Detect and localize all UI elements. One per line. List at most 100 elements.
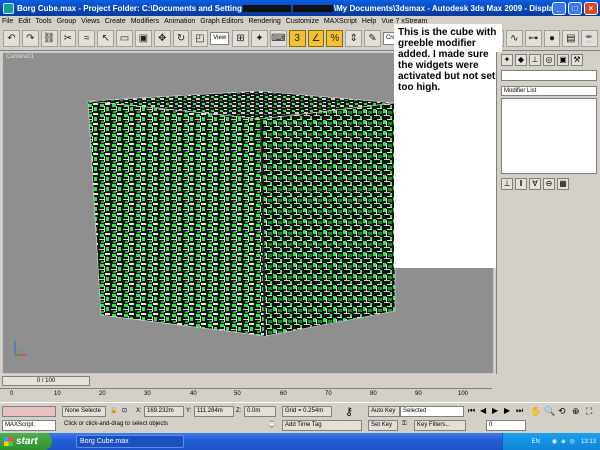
- menu-maxscript[interactable]: MAXScript: [324, 18, 357, 25]
- render-setup-icon[interactable]: ▤: [562, 30, 580, 47]
- menu-views[interactable]: Views: [81, 18, 100, 25]
- pan-icon[interactable]: ✋: [530, 406, 541, 417]
- app-icon[interactable]: [3, 2, 14, 14]
- lock-selection-icon[interactable]: 🔒: [110, 407, 117, 414]
- maxscript-listener-field[interactable]: [2, 406, 56, 417]
- bind-icon[interactable]: ≈: [78, 30, 96, 47]
- status-bar-bottom: MAXScript. Click or click-and-drag to se…: [0, 420, 600, 433]
- prev-frame-icon[interactable]: ◀: [480, 406, 486, 415]
- menu-rendering[interactable]: Rendering: [248, 18, 280, 25]
- unlink-icon[interactable]: ✂: [59, 30, 77, 47]
- tick-label: 40: [190, 391, 197, 397]
- move-icon[interactable]: ✥: [153, 30, 171, 47]
- tick-label: 70: [325, 391, 332, 397]
- next-frame-icon[interactable]: ▶: [504, 406, 510, 415]
- motion-tab-icon[interactable]: ◎: [543, 54, 555, 66]
- pivot-icon[interactable]: ⊞: [232, 30, 250, 47]
- play-icon[interactable]: ▶: [492, 406, 498, 415]
- close-button[interactable]: ×: [584, 1, 598, 15]
- selection-count: None Selecte: [62, 406, 106, 417]
- key-selection-dropdown[interactable]: Selected: [400, 406, 464, 417]
- scale-icon[interactable]: ◰: [191, 30, 209, 47]
- key-filters-icon[interactable]: ⚿: [402, 421, 407, 428]
- menu-group[interactable]: Group: [57, 18, 76, 25]
- modifier-list-dropdown[interactable]: Modifier List: [501, 86, 597, 96]
- menu-modifiers[interactable]: Modifiers: [131, 18, 159, 25]
- create-tab-icon[interactable]: ✦: [501, 54, 513, 66]
- make-unique-icon[interactable]: ∀: [529, 178, 541, 190]
- reference-coordinate-dropdown[interactable]: View: [210, 32, 230, 45]
- maxscript-mini-listener[interactable]: MAXScript.: [2, 420, 56, 431]
- z-coordinate-field[interactable]: 0.0m: [244, 406, 276, 417]
- add-time-tag-button[interactable]: Add Time Tag: [282, 420, 362, 431]
- key-mode-icon[interactable]: ⚷: [345, 405, 353, 418]
- utilities-tab-icon[interactable]: ⚒: [571, 54, 583, 66]
- auto-key-button[interactable]: Auto Key: [368, 406, 400, 417]
- maximize-viewport-icon[interactable]: ⛶: [586, 406, 592, 417]
- schematic-icon[interactable]: ⊶: [524, 30, 542, 47]
- transform-mode-icon[interactable]: ⊡: [122, 407, 127, 414]
- manipulate-icon[interactable]: ✦: [251, 30, 268, 47]
- keyboard-shortcut-icon[interactable]: ⌨: [269, 30, 287, 47]
- tray-icon[interactable]: ◎: [570, 438, 575, 445]
- redo-icon[interactable]: ↷: [21, 30, 39, 47]
- pin-stack-icon[interactable]: ⊥: [501, 178, 513, 190]
- set-key-button[interactable]: Set Key: [368, 420, 398, 431]
- windows-taskbar: start Borg Cube.max EN ◉ ◈ ◎ 13:13: [0, 433, 600, 450]
- redacted-block: [242, 4, 291, 12]
- grid-spacing: Grid = 0.254m: [282, 406, 332, 417]
- menu-edit[interactable]: Edit: [18, 18, 30, 25]
- menu-file[interactable]: File: [2, 18, 13, 25]
- zoom-extents-icon[interactable]: ⊕: [572, 406, 580, 417]
- undo-icon[interactable]: ↶: [3, 30, 20, 47]
- edit-named-selection-icon[interactable]: ✎: [364, 30, 381, 47]
- menu-animation[interactable]: Animation: [164, 18, 195, 25]
- remove-modifier-icon[interactable]: ⊖: [543, 178, 555, 190]
- time-slider-row: 0 / 100: [0, 374, 492, 388]
- curve-editor-icon[interactable]: ∿: [505, 30, 523, 47]
- current-frame-field[interactable]: 0: [486, 420, 526, 431]
- track-bar[interactable]: 0 10 20 30 40 50 60 70 80 90 100: [0, 388, 492, 402]
- window-crossing-icon[interactable]: ▣: [134, 30, 152, 47]
- y-coordinate-field[interactable]: 111.284m: [194, 406, 234, 417]
- display-tab-icon[interactable]: ▣: [557, 54, 569, 66]
- time-tag-icon[interactable]: ⌚: [268, 421, 275, 428]
- goto-end-icon[interactable]: ⏭: [516, 406, 523, 416]
- menu-tools[interactable]: Tools: [35, 18, 51, 25]
- menu-bar: File Edit Tools Group Views Create Modif…: [0, 16, 600, 27]
- tray-icon[interactable]: ◈: [561, 438, 566, 445]
- tick-label: 30: [144, 391, 151, 397]
- angle-snap-icon[interactable]: ∠: [307, 30, 325, 47]
- select-region-icon[interactable]: ▭: [116, 30, 133, 47]
- menu-customize[interactable]: Customize: [286, 18, 319, 25]
- snap-icon[interactable]: 3: [288, 30, 306, 47]
- hierarchy-tab-icon[interactable]: ⊥: [529, 54, 541, 66]
- minimize-button[interactable]: _: [552, 1, 566, 15]
- tray-icon[interactable]: ◉: [552, 438, 557, 445]
- object-name-field[interactable]: [501, 70, 597, 81]
- select-icon[interactable]: ↖: [97, 30, 115, 47]
- material-editor-icon[interactable]: ●: [543, 30, 561, 47]
- taskbar-item[interactable]: Borg Cube.max: [76, 435, 184, 448]
- render-icon[interactable]: ☕: [581, 30, 599, 47]
- menu-help[interactable]: Help: [362, 18, 376, 25]
- key-filters-button[interactable]: Key Filters...: [414, 420, 466, 431]
- time-slider[interactable]: 0 / 100: [2, 376, 90, 386]
- start-button[interactable]: start: [0, 433, 52, 450]
- configure-modifier-sets-icon[interactable]: ▦: [557, 178, 569, 190]
- language-indicator[interactable]: EN: [532, 439, 540, 445]
- menu-create[interactable]: Create: [105, 18, 126, 25]
- goto-start-icon[interactable]: ⏮: [468, 406, 475, 416]
- menu-graph-editors[interactable]: Graph Editors: [200, 18, 243, 25]
- link-icon[interactable]: ⛓: [40, 30, 58, 47]
- orbit-icon[interactable]: ⟲: [558, 406, 566, 417]
- rotate-icon[interactable]: ↻: [172, 30, 190, 47]
- spinner-snap-icon[interactable]: ⇕: [345, 30, 363, 47]
- x-coordinate-field[interactable]: 169.232m: [144, 406, 184, 417]
- maximize-button[interactable]: □: [568, 1, 582, 15]
- show-end-result-icon[interactable]: ‖: [515, 178, 527, 190]
- zoom-icon[interactable]: 🔍: [544, 406, 555, 417]
- modifier-stack[interactable]: [501, 98, 597, 174]
- modify-tab-icon[interactable]: ◆: [515, 54, 527, 66]
- percent-snap-icon[interactable]: %: [326, 30, 344, 47]
